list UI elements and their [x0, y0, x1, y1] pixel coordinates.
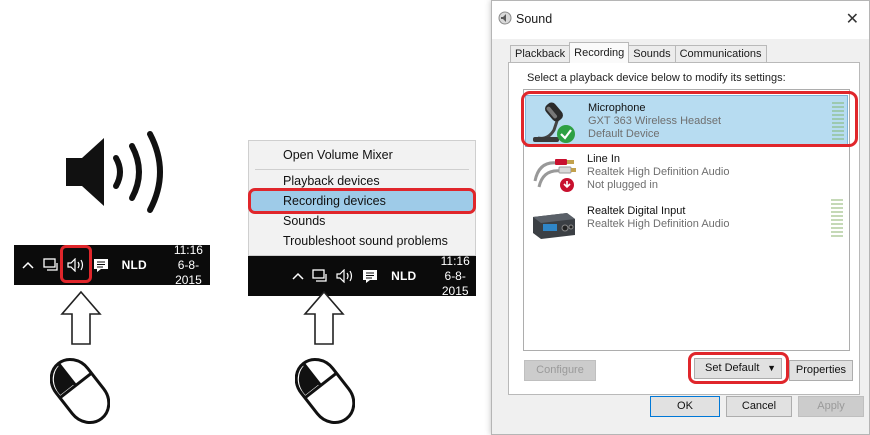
clock-date: 6-8-2015: [175, 257, 202, 287]
level-meter: [831, 199, 843, 239]
up-arrow-icon: [60, 290, 102, 345]
configure-button[interactable]: Configure: [524, 360, 596, 381]
taskbar-clock[interactable]: 11:16 6-8-2015: [434, 254, 476, 299]
device-row-digital-input[interactable]: Realtek Digital Input Realtek High Defin…: [525, 199, 848, 251]
chevron-up-icon[interactable]: [292, 271, 304, 281]
taskbar-clock[interactable]: 11:16 6-8-2015: [167, 243, 210, 288]
digital-input-icon: [533, 213, 575, 239]
taskbar-notification-area-2: NLD 11:16 6-8-2015: [248, 254, 476, 299]
large-speaker-volume-icon: [66, 131, 163, 213]
recording-devices-highlight-ring: [248, 188, 476, 214]
instruction-text: Select a playback device below to modify…: [527, 72, 786, 84]
tab-communications[interactable]: Communications: [674, 45, 767, 63]
apply-button[interactable]: Apply: [798, 396, 864, 417]
clock-time: 11:16: [440, 253, 470, 268]
device-status: Not plugged in: [587, 179, 658, 191]
action-center-icon[interactable]: [93, 258, 109, 273]
ok-button[interactable]: OK: [650, 396, 720, 417]
device-description: Realtek High Definition Audio: [587, 218, 730, 230]
menu-item-troubleshoot[interactable]: Troubleshoot sound problems: [249, 231, 475, 251]
menu-item-sounds[interactable]: Sounds: [249, 211, 475, 231]
tab-sounds[interactable]: Sounds: [628, 45, 676, 63]
mouse-right-click-icon: [295, 357, 355, 425]
device-row-line-in[interactable]: Line In Realtek High Definition Audio No…: [525, 147, 848, 199]
microphone-highlight-ring: [521, 91, 858, 147]
line-in-cable-icon: [533, 159, 576, 192]
language-indicator[interactable]: NLD: [391, 269, 416, 283]
device-name: Realtek Digital Input: [587, 205, 686, 217]
set-default-highlight-ring: [688, 352, 789, 384]
close-icon[interactable]: ✕: [846, 9, 859, 29]
menu-item-open-volume-mixer[interactable]: Open Volume Mixer: [249, 145, 475, 165]
sound-app-icon: [498, 11, 512, 25]
taskbar-notification-area-1: NLD 11:16 6-8-2015: [14, 243, 210, 288]
network-icon[interactable]: [42, 258, 59, 272]
action-center-icon[interactable]: [362, 269, 378, 284]
menu-separator: [255, 169, 469, 170]
mouse-left-click-icon: [50, 357, 110, 425]
device-name: Line In: [587, 153, 621, 165]
network-icon[interactable]: [312, 269, 328, 283]
dialog-tabs: Plackback Recording Sounds Communication…: [510, 42, 767, 63]
speaker-volume-icon[interactable]: [336, 269, 354, 283]
language-indicator[interactable]: NLD: [122, 258, 147, 272]
clock-time: 11:16: [173, 242, 203, 257]
speaker-icon-highlight-ring: [60, 245, 92, 283]
chevron-up-icon[interactable]: [22, 260, 35, 270]
clock-date: 6-8-2015: [441, 268, 469, 298]
dialog-title: Sound: [516, 12, 553, 26]
up-arrow-icon: [303, 290, 345, 345]
device-description: Realtek High Definition Audio: [587, 166, 730, 178]
cancel-button[interactable]: Cancel: [726, 396, 792, 417]
properties-button[interactable]: Properties: [789, 360, 853, 381]
tab-recording[interactable]: Recording: [569, 42, 630, 63]
tab-playback[interactable]: Plackback: [510, 45, 571, 63]
